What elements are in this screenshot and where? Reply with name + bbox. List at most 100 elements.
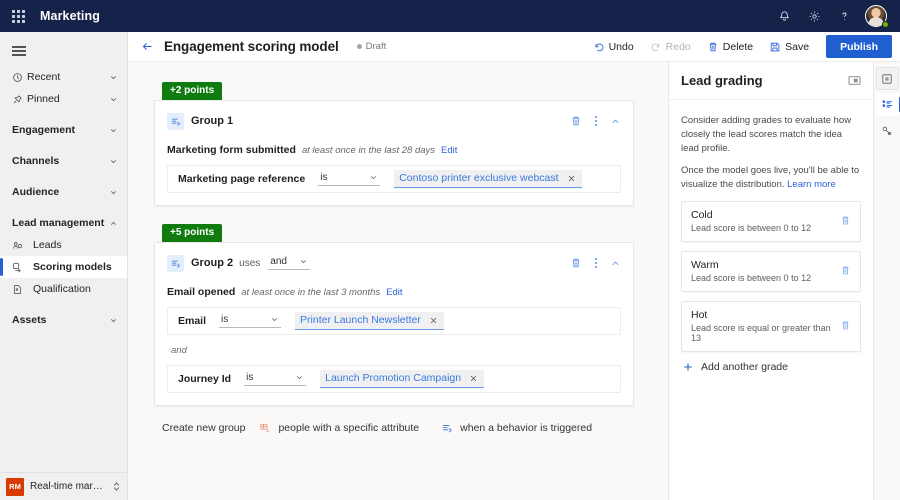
group-delete-icon[interactable] [570,115,582,127]
group-collapse-icon[interactable] [610,258,621,269]
add-another-grade-button[interactable]: Add another grade [681,361,861,373]
behavior-icon [167,254,184,272]
sidebar-item-label: Engagement [12,124,76,136]
undo-label: Undo [608,40,634,53]
environment-switcher[interactable]: RM Real-time marketi... [0,472,127,500]
learn-more-link[interactable]: Learn more [787,179,836,190]
delete-button[interactable]: Delete [700,36,760,58]
condition-operator-select[interactable]: is [244,372,307,386]
save-label: Save [785,40,810,53]
avatar[interactable] [860,0,892,32]
add-grade-label: Add another grade [701,360,788,373]
collapse-panel-icon[interactable] [848,75,861,86]
menu-icon[interactable] [0,32,127,62]
suite-bar-actions [770,0,900,32]
close-icon[interactable] [469,374,478,383]
condition-value-pill[interactable]: Launch Promotion Campaign [320,370,485,388]
save-icon [769,41,781,53]
group-more-options-icon[interactable] [595,116,597,126]
undo-button[interactable]: Undo [586,36,641,58]
redo-button[interactable]: Redo [643,36,698,58]
condition-value-pill[interactable]: Printer Launch Newsletter [295,312,444,330]
sidebar-item-label: Scoring models [33,261,112,273]
pin-icon [12,94,27,105]
grade-card-hot[interactable]: Hot Lead score is equal or greater than … [681,300,861,352]
sidebar-item-recent[interactable]: Recent [0,66,127,88]
back-arrow-icon[interactable] [138,37,156,57]
lead-grading-panel: Lead grading Consider adding grades to e… [668,62,873,500]
group-header: Group 2 uses and [167,253,621,273]
group-delete-icon[interactable] [570,257,582,269]
create-attribute-group-button[interactable]: people with a specific attribute [259,422,419,434]
environment-badge: RM [6,477,24,496]
properties-icon[interactable] [875,67,899,90]
question-icon[interactable] [830,0,858,32]
main-region: Engagement scoring model Draft Undo Redo… [128,32,900,500]
group-collapse-icon[interactable] [610,116,621,127]
app-launcher-icon[interactable] [0,0,36,32]
close-icon[interactable] [429,316,438,325]
grade-card-warm[interactable]: Warm Lead score is between 0 to 12 [681,250,861,292]
redo-label: Redo [665,40,691,53]
command-bar: Engagement scoring model Draft Undo Redo… [128,32,900,62]
bell-icon[interactable] [770,0,798,32]
app-root: Marketing Recent Pinned Engagement Chann… [0,0,900,500]
sidebar-group-engagement[interactable]: Engagement [0,119,127,141]
environment-name: Real-time marketi... [30,481,106,492]
gear-icon[interactable] [800,0,828,32]
panel-body: Consider adding grades to evaluate how c… [669,100,873,500]
group-more-options-icon[interactable] [595,258,597,268]
sidebar-item-leads[interactable]: Leads [0,234,127,256]
condition-row: Marketing page reference is Contoso prin… [167,165,621,193]
panel-header: Lead grading [669,62,873,100]
sidebar-item-qualification[interactable]: Qualification [0,278,127,300]
group-actions [570,257,621,269]
condition-label: Marketing page reference [178,173,306,185]
chevron-down-icon [107,316,119,325]
save-button[interactable]: Save [762,36,816,58]
trigger-line: Email opened at least once in the last 3… [167,286,621,298]
edit-link[interactable]: Edit [441,145,457,156]
chevron-down-icon [107,95,119,104]
sidebar-group-channels[interactable]: Channels [0,150,127,172]
create-behavior-group-button[interactable]: when a behavior is triggered [441,422,592,434]
chevron-down-icon [107,157,119,166]
grade-card-cold[interactable]: Cold Lead score is between 0 to 12 [681,200,861,242]
grade-delete-icon[interactable] [834,265,851,276]
trigger-name: Email opened [167,286,236,298]
edit-link[interactable]: Edit [386,287,402,298]
settings-tools-icon[interactable] [876,119,899,142]
sidebar-group-audience[interactable]: Audience [0,181,127,203]
publish-button[interactable]: Publish [826,35,892,58]
close-icon[interactable] [567,174,576,183]
condition-value: Launch Promotion Campaign [325,372,462,384]
sidebar-item-label: Pinned [27,93,60,105]
condition-value: Contoso printer exclusive webcast [399,172,559,184]
grade-name: Cold [691,208,713,221]
create-new-group-label: Create new group [162,422,246,434]
condition-value-pill[interactable]: Contoso printer exclusive webcast [394,170,582,188]
sidebar-item-scoring-models[interactable]: Scoring models [0,256,127,278]
operator-value: is [320,172,328,183]
sidebar-group-assets[interactable]: Assets [0,309,127,331]
app-body: Recent Pinned Engagement Channels Audien… [0,32,900,500]
chevron-updown-icon [112,481,121,492]
lead-grading-icon[interactable] [875,93,900,116]
sidebar-item-pinned[interactable]: Pinned [0,88,127,110]
behavior-icon [441,422,453,434]
workspace: +2 points Group 1 Marketing form submitt… [128,62,900,500]
group-logic-operator-select[interactable]: and [268,256,310,270]
sidebar-group-lead-management[interactable]: Lead management [0,212,127,234]
condition-operator-select[interactable]: is [318,172,381,186]
condition-operator-select[interactable]: is [219,314,282,328]
chevron-up-icon [107,219,119,228]
group-header: Group 1 [167,111,621,131]
group-name: Group 2 [191,257,234,269]
sidebar-item-label: Channels [12,155,60,167]
grade-name: Hot [691,308,708,321]
group-block: +2 points Group 1 Marketing form submitt… [154,80,634,206]
grade-delete-icon[interactable] [834,320,851,331]
grade-name: Warm [691,258,719,271]
grade-delete-icon[interactable] [834,215,851,226]
chevron-down-icon [270,315,279,324]
